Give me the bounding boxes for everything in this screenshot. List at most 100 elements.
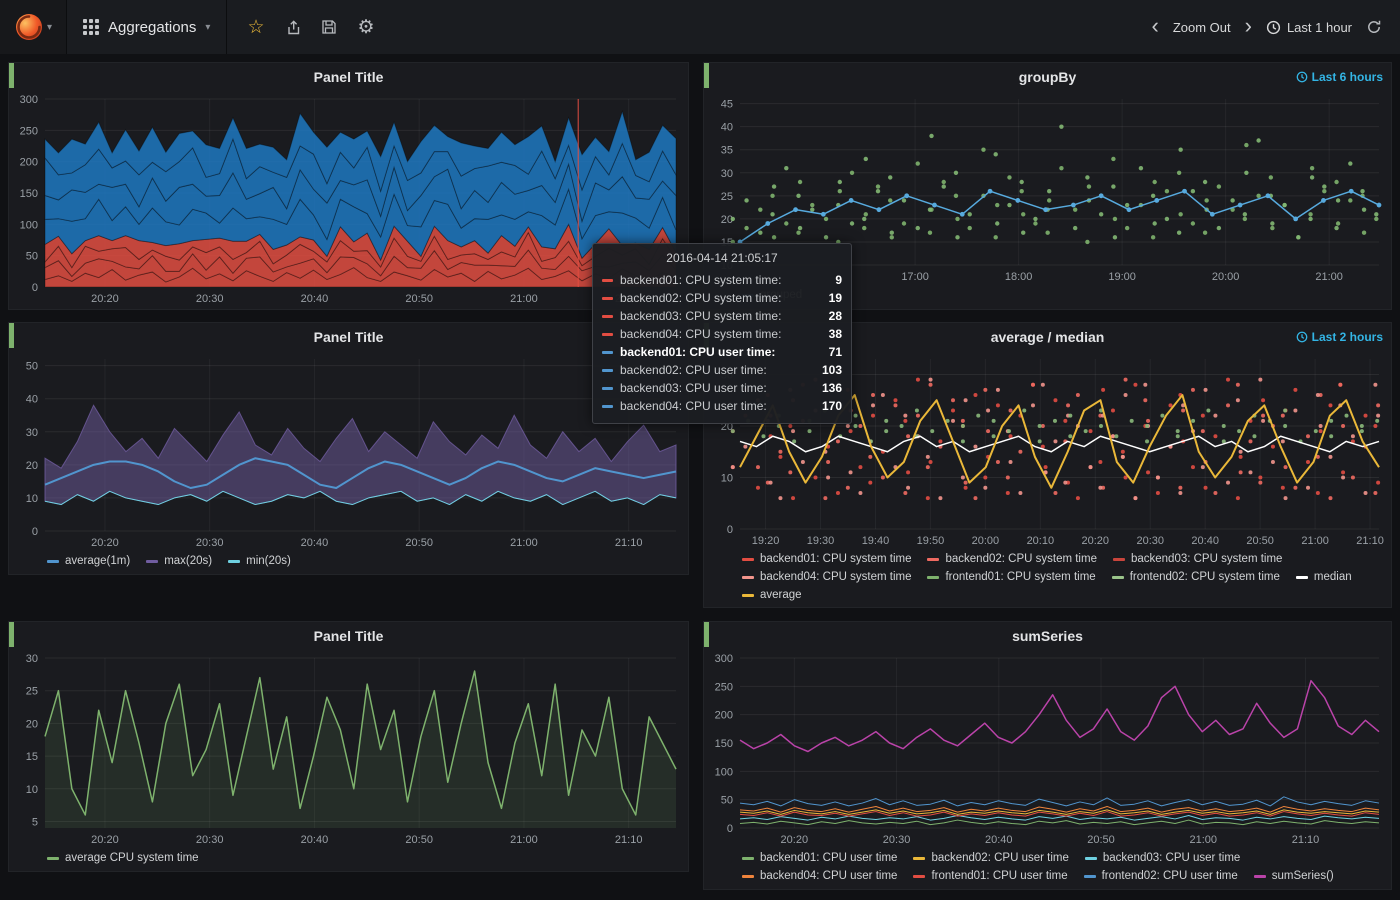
legend-label: sumSeries() <box>1272 868 1334 885</box>
time-back-icon[interactable]: ‹ <box>1152 15 1159 37</box>
panel-title[interactable]: Panel Title <box>314 628 384 644</box>
dashboard-picker[interactable]: Aggregations ▾ <box>67 0 227 54</box>
series-color-icon <box>602 279 613 282</box>
legend-color-icon <box>913 857 925 860</box>
time-range-picker[interactable]: Last 1 hour <box>1266 20 1352 35</box>
legend-color-icon <box>1112 576 1124 579</box>
legend-item[interactable]: max(20s) <box>146 553 212 570</box>
share-icon[interactable] <box>284 19 301 36</box>
legend-item[interactable]: frontend02: CPU user time <box>1084 868 1238 885</box>
panel-time-override[interactable]: Last 6 hours <box>1296 70 1383 84</box>
tooltip-row: backend03: CPU user time:136 <box>602 379 842 397</box>
svg-text:10: 10 <box>26 493 38 505</box>
chart-avg-max-min[interactable]: 20:2020:3020:4020:5021:0021:100102030405… <box>9 351 688 551</box>
svg-text:10: 10 <box>26 784 38 796</box>
svg-text:20:50: 20:50 <box>405 834 433 846</box>
tooltip-series-label: backend03: CPU system time: <box>620 307 821 325</box>
panel-title[interactable]: Panel Title <box>314 329 384 345</box>
svg-text:20:00: 20:00 <box>1212 271 1240 283</box>
tooltip-series-value: 19 <box>829 289 842 307</box>
legend-label: backend04: CPU system time <box>760 569 911 586</box>
svg-text:20:00: 20:00 <box>972 535 1000 547</box>
refresh-icon[interactable] <box>1366 19 1382 35</box>
legend-item[interactable]: frontend01: CPU system time <box>927 569 1095 586</box>
panel-title[interactable]: sumSeries <box>1012 628 1083 644</box>
clock-icon <box>1296 71 1308 83</box>
legend-item[interactable]: backend03: CPU user time <box>1085 850 1240 867</box>
svg-text:20:20: 20:20 <box>1082 535 1110 547</box>
panel-title[interactable]: average / median <box>991 329 1105 345</box>
tooltip-series-label: backend02: CPU user time: <box>620 361 814 379</box>
svg-text:20:10: 20:10 <box>1027 535 1055 547</box>
svg-text:200: 200 <box>20 157 38 169</box>
svg-text:19:50: 19:50 <box>917 535 945 547</box>
legend-label: average(1m) <box>65 553 130 570</box>
svg-text:35: 35 <box>721 145 733 157</box>
tooltip-series-value: 136 <box>822 379 842 397</box>
legend-item[interactable]: average CPU system time <box>47 850 199 867</box>
legend-item[interactable]: min(20s) <box>228 553 291 570</box>
svg-text:21:10: 21:10 <box>615 834 643 846</box>
series-color-icon <box>602 297 613 300</box>
chart-sumseries[interactable]: 20:2020:3020:4020:5021:0021:100501001502… <box>704 650 1391 848</box>
svg-text:21:10: 21:10 <box>1356 535 1384 547</box>
tooltip-series-label: backend04: CPU system time: <box>620 325 821 343</box>
svg-text:15: 15 <box>26 751 38 763</box>
legend-item[interactable]: backend04: CPU user time <box>742 868 897 885</box>
legend-item[interactable]: median <box>1296 569 1352 586</box>
series-color-icon <box>602 351 613 354</box>
legend-item[interactable]: sumSeries() <box>1254 868 1334 885</box>
legend-color-icon <box>1084 875 1096 878</box>
panel-title[interactable]: Panel Title <box>314 69 384 85</box>
legend-item[interactable]: average <box>742 587 802 604</box>
tooltip-series-label: backend01: CPU user time: <box>620 343 821 361</box>
svg-text:100: 100 <box>715 766 733 778</box>
legend-color-icon <box>1113 558 1125 561</box>
series-color-icon <box>602 333 613 336</box>
tooltip-series-value: 9 <box>835 271 842 289</box>
time-forward-icon[interactable]: › <box>1245 15 1252 37</box>
clock-icon <box>1266 20 1281 35</box>
zoom-out-button[interactable]: Zoom Out <box>1173 20 1231 35</box>
svg-text:17:00: 17:00 <box>901 271 929 283</box>
tooltip-row: backend04: CPU system time:38 <box>602 325 842 343</box>
tooltip-row: backend03: CPU system time:28 <box>602 307 842 325</box>
panel-title[interactable]: groupBy <box>1019 69 1077 85</box>
chart-stacked-cpu[interactable]: 20:2020:3020:4020:5021:0021:100501001502… <box>9 91 688 307</box>
chevron-down-icon: ▾ <box>205 22 210 33</box>
legend-item[interactable]: frontend02: CPU system time <box>1112 569 1280 586</box>
tooltip-row: backend02: CPU system time:19 <box>602 289 842 307</box>
legend: backend01: CPU user time backend02: CPU u… <box>742 848 1391 885</box>
save-icon[interactable] <box>321 19 337 35</box>
svg-text:250: 250 <box>715 681 733 693</box>
svg-text:20:30: 20:30 <box>196 834 224 846</box>
legend-item[interactable]: backend02: CPU user time <box>913 850 1068 867</box>
legend-label: backend02: CPU user time <box>931 850 1068 867</box>
legend-item[interactable]: backend03: CPU system time <box>1113 551 1282 568</box>
svg-text:20:50: 20:50 <box>405 293 433 305</box>
star-icon[interactable]: ☆ <box>247 18 264 37</box>
svg-text:5: 5 <box>32 816 38 828</box>
gear-icon[interactable]: ⚙ <box>357 18 374 37</box>
legend: average(1m) max(20s) min(20s) <box>47 551 688 570</box>
legend-item[interactable]: frontend01: CPU user time <box>913 868 1067 885</box>
legend-item[interactable]: backend01: CPU system time <box>742 551 911 568</box>
svg-text:20:20: 20:20 <box>91 293 119 305</box>
legend-item[interactable]: backend04: CPU system time <box>742 569 911 586</box>
svg-text:100: 100 <box>20 219 38 231</box>
panel-time-override[interactable]: Last 2 hours <box>1296 330 1383 344</box>
grafana-logo-menu[interactable]: ▾ <box>0 0 67 54</box>
svg-text:20:50: 20:50 <box>405 537 433 549</box>
svg-text:0: 0 <box>727 823 733 835</box>
legend-label: backend03: CPU user time <box>1103 850 1240 867</box>
legend-item[interactable]: backend01: CPU user time <box>742 850 897 867</box>
chart-average-cpu[interactable]: 20:2020:3020:4020:5021:0021:105101520253… <box>9 650 688 848</box>
legend-item[interactable]: average(1m) <box>47 553 130 570</box>
tooltip-row: backend01: CPU system time:9 <box>602 271 842 289</box>
svg-text:0: 0 <box>32 282 38 294</box>
legend-label: median <box>1314 569 1352 586</box>
legend-color-icon <box>742 576 754 579</box>
dashboard-title: Aggregations <box>108 19 196 36</box>
legend-label: average CPU system time <box>65 850 199 867</box>
legend-item[interactable]: backend02: CPU system time <box>927 551 1096 568</box>
